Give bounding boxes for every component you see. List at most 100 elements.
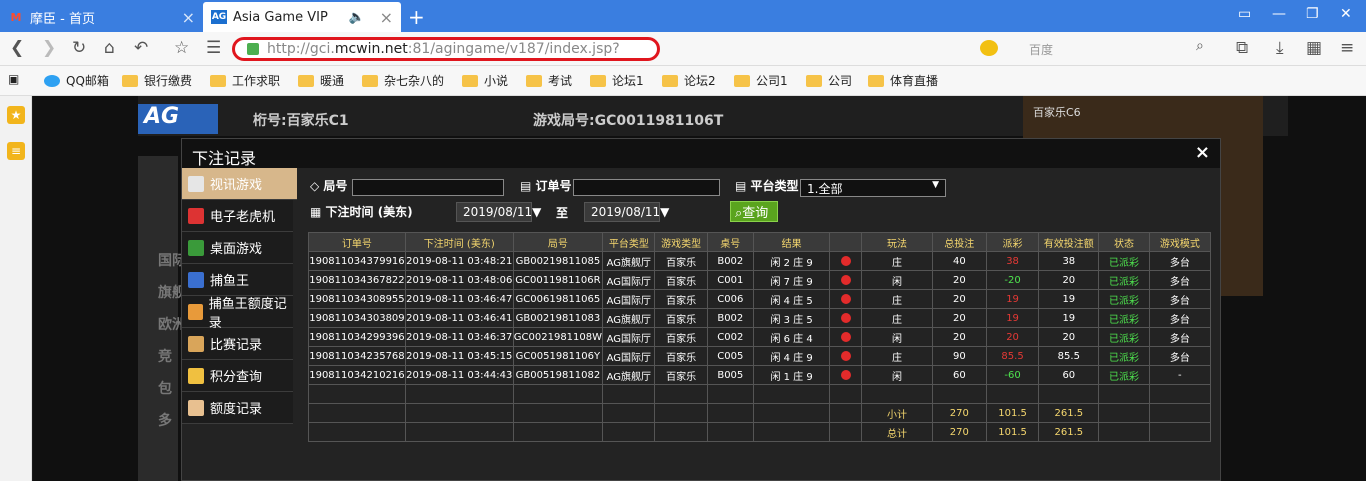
bookmark-folder[interactable]: 银行缴费 xyxy=(122,72,192,89)
notes-icon[interactable]: ≡ xyxy=(7,142,25,160)
date-to-picker[interactable]: 2019/08/11▼ xyxy=(584,202,669,222)
table-cell: 19 xyxy=(1038,289,1100,309)
video-play-icon[interactable] xyxy=(840,312,851,323)
restore-icon[interactable]: ❐ xyxy=(1306,6,1319,22)
bet-time-label-text: 下注时间 (美东) xyxy=(325,205,413,219)
bookmark-qq-mail[interactable]: QQ邮箱 xyxy=(44,72,109,89)
round-number-input[interactable] xyxy=(352,179,504,196)
table-cell: GC0021981108W xyxy=(512,327,604,347)
ag-favicon-icon: AG xyxy=(211,10,227,24)
table-cell: GC0051981106Y xyxy=(512,346,604,366)
video-replay-cell xyxy=(829,346,863,366)
table-cell: 闲 6 庄 4 xyxy=(752,327,831,347)
reload-icon[interactable]: ↻ xyxy=(72,38,86,58)
table-row: 190811034308955 2019-08-11 03:46:47 GC0061… xyxy=(308,289,1212,309)
order-number-input[interactable] xyxy=(573,179,720,196)
undo-icon[interactable]: ↶ xyxy=(134,38,148,58)
menu-item-fishing-credit[interactable]: 捕鱼王额度记录 xyxy=(182,296,293,331)
bookmark-folder[interactable]: 小说 xyxy=(462,72,508,89)
table-cell: 20 xyxy=(931,308,987,328)
new-tab-icon[interactable]: + xyxy=(408,5,425,29)
menu-item-fishing[interactable]: 捕鱼王 xyxy=(182,264,293,296)
table-cell: 60 xyxy=(1038,365,1100,385)
window-close-icon[interactable]: ✕ xyxy=(1340,6,1352,22)
video-replay-cell xyxy=(829,270,863,290)
favorite-star-icon[interactable]: ☆ xyxy=(174,38,189,58)
table-cell: 40 xyxy=(931,251,987,271)
slot-machine-icon xyxy=(188,207,204,224)
window-layout-icon[interactable]: ▭ xyxy=(1238,6,1251,22)
round-label: ◇ 局号 xyxy=(310,179,348,193)
video-play-icon[interactable] xyxy=(840,274,851,285)
screenshot-icon[interactable]: ⧉ xyxy=(1236,38,1248,58)
video-play-icon[interactable] xyxy=(840,255,851,266)
menu-label: 额度记录 xyxy=(210,402,263,417)
back-icon[interactable]: ❮ xyxy=(10,38,24,58)
reading-list-icon[interactable]: ☰ xyxy=(206,38,221,58)
download-icon[interactable]: ⤓ xyxy=(1276,38,1284,58)
bookmark-folder[interactable]: 论坛1 xyxy=(590,72,644,89)
table-cell: 190811034308955 xyxy=(308,289,406,309)
search-engine-icon[interactable] xyxy=(980,40,998,56)
menu-item-points[interactable]: 积分查询 xyxy=(182,360,293,392)
menu-item-match-records[interactable]: 比赛记录 xyxy=(182,328,293,360)
table-cell: 2019-08-11 03:44:43 xyxy=(404,365,514,385)
platform-select[interactable]: 1.全部 ▼ xyxy=(800,179,946,197)
dialog-close-button[interactable]: × xyxy=(1195,142,1210,163)
table-cell: 庄 xyxy=(861,346,933,366)
apps-icon[interactable]: ▦ xyxy=(1306,38,1322,58)
bookmark-folder[interactable]: 考试 xyxy=(526,72,572,89)
bookmark-folder[interactable]: 论坛2 xyxy=(662,72,716,89)
folder-icon xyxy=(806,74,822,87)
menu-icon[interactable]: ≡ xyxy=(1340,38,1354,58)
menu-label: 捕鱼王 xyxy=(210,274,250,289)
forward-icon[interactable]: ❯ xyxy=(42,38,56,58)
close-tab-icon[interactable]: × xyxy=(380,8,393,27)
video-play-icon[interactable] xyxy=(840,293,851,304)
minimize-icon[interactable]: — xyxy=(1272,6,1286,22)
search-input[interactable]: 百度 xyxy=(1025,38,1221,60)
bookmark-folder[interactable]: 工作求职 xyxy=(210,72,280,89)
sidebar-toggle-icon[interactable]: ▣ xyxy=(8,72,19,86)
table-cell: -20 xyxy=(985,270,1040,290)
bookmark-folder[interactable]: 公司 xyxy=(806,72,852,89)
menu-item-credit-records[interactable]: 额度记录 xyxy=(182,392,293,424)
browser-tab-bar: M 摩臣 - 首页 × AG Asia Game VIP 🔈 × + ▭ — ❐… xyxy=(0,0,1366,32)
column-header: 桌号 xyxy=(706,232,754,252)
query-button[interactable]: ⌕查询 xyxy=(730,201,778,222)
tab-mochen-home[interactable]: M 摩臣 - 首页 × xyxy=(0,2,203,32)
bookmark-folder[interactable]: 公司1 xyxy=(734,72,788,89)
empty-cell xyxy=(1148,384,1212,404)
table-cell: 2019-08-11 03:45:15 xyxy=(404,346,514,366)
favorites-star-icon[interactable]: ★ xyxy=(7,106,25,124)
close-tab-icon[interactable]: × xyxy=(182,8,195,27)
video-replay-cell xyxy=(829,289,863,309)
table-cell: B005 xyxy=(706,365,754,385)
table-cell: 190811034299396 xyxy=(308,327,406,347)
table-cell: 百家乐 xyxy=(654,308,708,328)
menu-item-live-games[interactable]: 视讯游戏 xyxy=(182,168,297,200)
video-play-icon[interactable] xyxy=(840,350,851,361)
bookmark-folder[interactable]: 暖通 xyxy=(298,72,344,89)
menu-item-table-games[interactable]: 桌面游戏 xyxy=(182,232,293,264)
date-from-picker[interactable]: 2019/08/11▼ xyxy=(456,202,541,222)
speaker-icon[interactable]: 🔈 xyxy=(349,10,365,25)
url-input[interactable]: http://gci.mcwin.net:81/agingame/v187/in… xyxy=(232,37,660,61)
table-cell: 闲 4 庄 5 xyxy=(752,289,831,309)
bookmark-folder[interactable]: 杂七杂八的 xyxy=(362,72,444,89)
platform-label: ▤ 平台类型 xyxy=(735,179,799,193)
grandtotal-total: 270 xyxy=(931,422,987,442)
video-play-icon[interactable] xyxy=(840,331,851,342)
platform-label-text: 平台类型 xyxy=(750,179,799,193)
home-icon[interactable]: ⌂ xyxy=(104,38,115,58)
tab-asia-game-vip[interactable]: AG Asia Game VIP 🔈 × xyxy=(203,2,401,32)
menu-item-slots[interactable]: 电子老虎机 xyxy=(182,200,293,232)
url-suffix: :81/agingame/v187/index.jsp? xyxy=(407,41,620,57)
video-play-icon[interactable] xyxy=(840,369,851,380)
search-icon[interactable]: ⌕ xyxy=(1196,38,1204,54)
empty-cell xyxy=(654,403,708,423)
bookmark-label: 小说 xyxy=(484,74,509,88)
bookmark-folder[interactable]: 体育直播 xyxy=(868,72,938,89)
game-left-item: 竞 xyxy=(158,349,172,365)
table-cell: 百家乐 xyxy=(654,346,708,366)
